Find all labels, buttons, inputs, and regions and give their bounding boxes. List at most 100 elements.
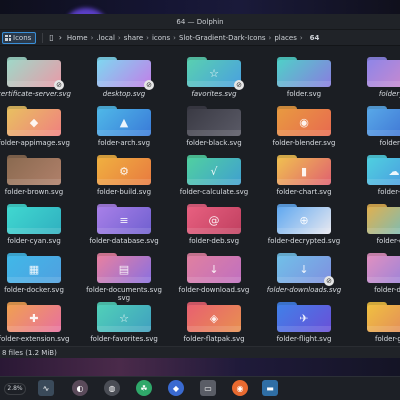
view-mode-button[interactable]: Icons (2, 31, 37, 44)
discover-icon[interactable]: ◆ (168, 380, 184, 396)
file-item[interactable]: √ folder-calculate.svg (162, 149, 262, 199)
file-name-label: folder-calculate.svg (179, 188, 249, 196)
file-item[interactable]: ≡ folder-database.svg (72, 198, 172, 248)
folder-emblem-icon: ▲ (119, 116, 129, 129)
file-item[interactable]: ☁ folder-clo (342, 149, 400, 199)
file-name-label: folder-clo (377, 188, 400, 196)
breadcrumb-item[interactable]: .local (96, 34, 115, 42)
file-name-label: folder-black.svg (186, 139, 242, 147)
folder-icon: ⊘ (97, 57, 154, 90)
file-item[interactable]: folder-bl (342, 100, 400, 150)
split-view-icon[interactable]: ▯ (49, 33, 53, 42)
window-titlebar[interactable]: 64 — Dolphin (0, 14, 400, 30)
symlink-badge-icon: ⊘ (324, 276, 334, 286)
folder-emblem-icon: ⚙ (119, 165, 129, 178)
file-item[interactable]: folder.svg (252, 51, 352, 101)
toolbar: Icons ▯ › Home › .local › share › icons › Slot-G… (0, 30, 400, 46)
file-item[interactable]: folder-cyan.svg (0, 198, 82, 248)
file-item[interactable]: ⊘ certificate-server.svg (0, 51, 82, 101)
file-item[interactable]: folder_bl (342, 51, 400, 101)
folder-icon: ☆ (97, 302, 151, 332)
file-item[interactable]: ✚ folder-extension.svg (0, 296, 82, 346)
folder-emblem-icon: ◆ (29, 116, 39, 129)
chevron-right-icon: › (146, 33, 149, 42)
file-name-label: folder_bl (378, 90, 400, 98)
window-title: 64 — Dolphin (176, 17, 224, 26)
folder-icon: ▲ (97, 106, 151, 136)
chevron-right-icon[interactable]: › (59, 33, 62, 42)
file-view[interactable]: ⊘ certificate-server.svg ⊘ desktop.svg ☆ ⊘ fav… (0, 47, 400, 346)
breadcrumb-item[interactable]: icons (152, 34, 170, 42)
breadcrumb-current[interactable]: 64 (310, 34, 320, 42)
file-item[interactable]: ◈ folder-flatpak.svg (162, 296, 262, 346)
file-item[interactable]: folder-black.svg (162, 100, 262, 150)
steam-icon[interactable]: ◍ (104, 380, 120, 396)
file-item[interactable]: ▲ folder-arch.svg (72, 100, 172, 150)
file-name-label: folder.svg (286, 90, 322, 98)
folder-emblem-icon: ☁ (388, 165, 400, 178)
folder-icon (367, 204, 400, 234)
system-monitor-icon[interactable]: ∿ (38, 380, 54, 396)
icons-view-icon (5, 34, 11, 41)
kde-connect-icon[interactable]: ☘ (136, 380, 152, 396)
file-name-label: folder-chart.svg (276, 188, 332, 196)
toolbar-separator (42, 32, 44, 43)
folder-emblem-icon: ◈ (209, 312, 219, 325)
file-item[interactable]: ⊘ desktop.svg (72, 51, 172, 101)
file-name-label: folder-gam (375, 335, 400, 343)
file-item[interactable]: ✈ folder-flight.svg (252, 296, 352, 346)
file-item[interactable]: ⚙ folder-build.svg (72, 149, 172, 199)
file-item[interactable]: ↓ ⊘ folder-downloads.svg (252, 247, 352, 297)
folder-icon: ⚙ (97, 155, 151, 185)
file-name-label: folder-arch.svg (97, 139, 151, 147)
folder-icon: ☁ (367, 155, 400, 185)
folder-icon (367, 106, 400, 136)
file-name-label: favorites.svg (191, 90, 237, 98)
firefox-icon[interactable]: ◉ (232, 380, 248, 396)
file-item[interactable]: ▤ folder-documents.svg svg (72, 247, 172, 302)
disk-icon[interactable]: ◐ (72, 380, 88, 396)
folder-icon: ▮ (277, 155, 331, 185)
breadcrumb-item[interactable]: places (274, 34, 296, 42)
file-item[interactable]: ▦ folder-docker.svg (0, 247, 82, 297)
folder-icon (367, 253, 400, 283)
mixer-icon[interactable]: ▭ (200, 380, 216, 396)
folder-icon: ◉ (277, 106, 331, 136)
file-item[interactable]: ⊕ folder-decrypted.svg (252, 198, 352, 248)
folder-emblem-icon: √ (210, 165, 218, 178)
file-item[interactable]: folder-brown.svg (0, 149, 82, 199)
file-name-label: folder-build.svg (96, 188, 152, 196)
folder-icon: ↓ ⊘ (277, 253, 334, 286)
file-item[interactable]: ◆ folder-appimage.svg (0, 100, 82, 150)
file-item[interactable]: @ folder-deb.svg (162, 198, 262, 248)
folder-icon (187, 106, 241, 136)
folder-icon: ◆ (7, 106, 61, 136)
status-bar: 8 files (1.2 MiB) (0, 346, 400, 358)
dolphin-taskbar-icon[interactable]: ▬ (262, 380, 278, 396)
file-name-label: desktop.svg (102, 90, 146, 98)
file-name-label: folder-decrypted.svg (267, 237, 341, 245)
file-name-label: folder-bl (379, 139, 400, 147)
breadcrumb-item[interactable]: share (124, 34, 143, 42)
file-item[interactable]: folder-des (342, 198, 400, 248)
file-item[interactable]: ◉ folder-blender.svg (252, 100, 352, 150)
file-item[interactable]: ☆ folder-favorites.svg (72, 296, 172, 346)
breadcrumb-item[interactable]: Slot-Gradient-Dark-Icons (179, 34, 266, 42)
file-item[interactable]: folder-gam (342, 296, 400, 346)
file-item[interactable]: ▮ folder-chart.svg (252, 149, 352, 199)
desktop-background (0, 358, 400, 376)
file-name-label: folder-draw (374, 286, 400, 294)
chevron-right-icon: › (90, 33, 94, 42)
file-name-label: folder-flatpak.svg (183, 335, 245, 343)
file-name-label: folder-downloads.svg (266, 286, 342, 294)
folder-icon: ≡ (97, 204, 151, 234)
battery-indicator[interactable]: 2.8% (4, 382, 26, 395)
folder-emblem-icon: ✈ (299, 312, 309, 325)
file-item[interactable]: ☆ ⊘ favorites.svg (162, 51, 262, 101)
file-item[interactable]: ↓ folder-download.svg (162, 247, 262, 297)
breadcrumb-item[interactable]: Home (67, 34, 88, 42)
file-item[interactable]: folder-draw (342, 247, 400, 297)
folder-icon: ✚ (7, 302, 61, 332)
file-name-label: folder-blender.svg (272, 139, 336, 147)
folder-icon (277, 57, 331, 87)
